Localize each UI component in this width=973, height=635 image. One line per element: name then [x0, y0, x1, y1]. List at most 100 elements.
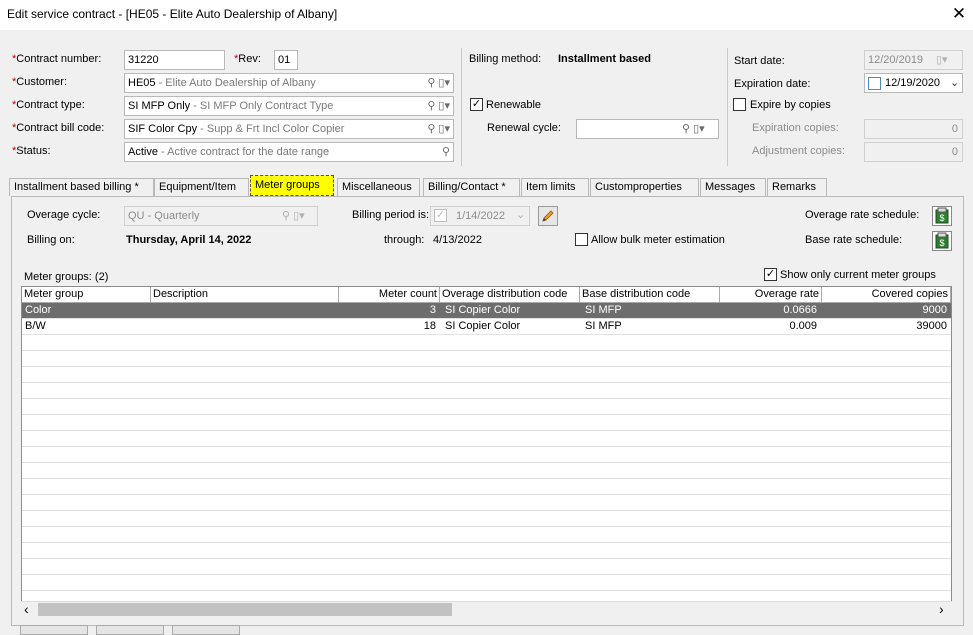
- contract-type-label: *Contract type:: [12, 99, 85, 111]
- renewable-checkbox[interactable]: ✓: [470, 98, 483, 111]
- rate-schedule-icon[interactable]: $: [932, 231, 952, 251]
- empty-row: [22, 415, 951, 431]
- scrollbar-thumb[interactable]: [38, 603, 452, 616]
- overage-rate-cell: 0.009: [789, 320, 817, 332]
- empty-row: [22, 335, 951, 351]
- tab-meter-groups[interactable]: Meter groups: [250, 175, 334, 196]
- column-header[interactable]: Description: [151, 287, 339, 303]
- empty-row: [22, 527, 951, 543]
- tab-billing-contact[interactable]: Billing/Contact *: [423, 178, 520, 196]
- overage-dist-cell: SI Copier Color: [445, 320, 521, 332]
- bottom-button[interactable]: [20, 625, 88, 635]
- start-date-field: 12/20/2019: [864, 50, 963, 70]
- empty-row: [22, 479, 951, 495]
- lookup-icon[interactable]: ⚲ ▯▾: [427, 99, 450, 112]
- tab-custom-properties[interactable]: Customproperties: [590, 178, 699, 196]
- empty-row: [22, 399, 951, 415]
- empty-row: [22, 351, 951, 367]
- tab-miscellaneous[interactable]: Miscellaneous: [337, 178, 420, 196]
- scroll-left-icon[interactable]: ‹: [24, 601, 29, 617]
- close-icon[interactable]: ✕: [948, 3, 970, 25]
- empty-row: [22, 463, 951, 479]
- meter-count-cell: 18: [423, 320, 436, 332]
- expire-by-copies-checkbox[interactable]: [733, 98, 746, 114]
- covered-copies-cell: 39000: [916, 320, 947, 332]
- rev-field[interactable]: 01: [274, 50, 298, 70]
- table-row[interactable]: Color 3 SI Copier Color SI MFP 0.0666 90…: [22, 303, 951, 319]
- start-date-label: Start date:: [734, 55, 785, 67]
- lookup-icon[interactable]: ⚲ ▯▾: [427, 122, 450, 135]
- adjustment-copies-label: Adjustment copies:: [752, 145, 845, 157]
- tab-item-limits[interactable]: Item limits: [521, 178, 589, 196]
- rate-schedule-icon[interactable]: $: [932, 206, 952, 226]
- billing-method-label: Billing method:: [469, 53, 542, 65]
- search-icon[interactable]: ⚲: [442, 145, 450, 158]
- empty-row: [22, 367, 951, 383]
- overage-dist-cell: SI Copier Color: [445, 304, 521, 316]
- column-header[interactable]: Covered copies: [822, 287, 951, 303]
- meter-groups-count: Meter groups: (2): [24, 271, 109, 283]
- lookup-icon[interactable]: ⚲ ▯▾: [427, 76, 450, 89]
- chevron-down-icon[interactable]: ⌄: [950, 76, 959, 89]
- status-field[interactable]: Active - Active contract for the date ra…: [124, 142, 454, 162]
- window-title: Edit service contract - [HE05 - Elite Au…: [7, 7, 338, 21]
- expiration-date-label: Expiration date:: [734, 78, 811, 90]
- customer-label: *Customer:: [12, 76, 68, 88]
- separator: [461, 48, 462, 166]
- separator: [727, 48, 728, 166]
- through-label: through:: [384, 234, 425, 246]
- expiration-date-checkbox[interactable]: [868, 77, 881, 93]
- base-dist-cell: SI MFP: [585, 304, 622, 316]
- overage-cycle-label: Overage cycle:: [27, 209, 101, 221]
- billing-method-value: Installment based: [558, 53, 651, 65]
- base-rate-schedule-label: Base rate schedule:: [805, 234, 903, 246]
- empty-row: [22, 575, 951, 591]
- meter-group-cell: Color: [25, 304, 52, 316]
- chevron-down-icon: ⌄: [516, 209, 526, 221]
- show-current-checkbox[interactable]: ✓: [764, 268, 777, 281]
- show-current-label: Show only current meter groups: [780, 269, 936, 281]
- tab-messages[interactable]: Messages: [700, 178, 766, 196]
- status-label: *Status:: [12, 145, 51, 157]
- scroll-right-icon[interactable]: ›: [939, 601, 944, 617]
- edit-pencil-icon[interactable]: [538, 206, 558, 226]
- meter-count-cell: 3: [429, 304, 436, 316]
- empty-row: [22, 447, 951, 463]
- customer-field[interactable]: HE05 - Elite Auto Dealership of Albany ⚲…: [124, 73, 454, 93]
- empty-row: [22, 383, 951, 399]
- lookup-icon[interactable]: ⚲ ▯▾: [682, 122, 705, 135]
- meter-groups-grid[interactable]: Meter group Description Meter count Over…: [21, 286, 952, 618]
- base-dist-cell: SI MFP: [585, 320, 622, 332]
- bill-code-field[interactable]: SIF Color Cpy - Supp & Frt Incl Color Co…: [124, 119, 454, 139]
- billing-period-checkbox: ✓: [434, 209, 447, 222]
- bill-code-label: *Contract bill code:: [12, 122, 105, 134]
- svg-text:$: $: [939, 213, 944, 223]
- column-header[interactable]: Meter count: [339, 287, 440, 303]
- overage-rate-cell: 0.0666: [783, 304, 817, 316]
- billing-period-label: Billing period is:: [352, 209, 430, 221]
- covered-copies-cell: 9000: [922, 304, 947, 316]
- bottom-button[interactable]: [96, 625, 164, 635]
- tab-equipment-item[interactable]: Equipment/Item: [154, 178, 249, 196]
- rev-label: *Rev:: [234, 53, 261, 65]
- adjustment-copies-field: 0: [864, 142, 963, 162]
- contract-number-field[interactable]: 31220: [124, 50, 225, 70]
- expiration-copies-field: 0: [864, 119, 963, 139]
- renewal-cycle-label: Renewal cycle:: [487, 122, 561, 134]
- column-header[interactable]: Meter group: [22, 287, 151, 303]
- tab-remarks[interactable]: Remarks: [767, 178, 827, 196]
- renewable-label: Renewable: [486, 99, 542, 111]
- column-header[interactable]: Overage rate: [720, 287, 822, 303]
- meter-group-cell: B/W: [25, 320, 46, 332]
- billing-on-label: Billing on:: [27, 234, 75, 246]
- bottom-button[interactable]: [172, 625, 240, 635]
- table-row[interactable]: B/W 18 SI Copier Color SI MFP 0.009 3900…: [22, 319, 951, 335]
- allow-bulk-checkbox[interactable]: [575, 233, 588, 249]
- empty-row: [22, 431, 951, 447]
- lookup-icon: ⚲ ▯▾: [282, 210, 305, 222]
- contract-type-field[interactable]: SI MFP Only - SI MFP Only Contract Type …: [124, 96, 454, 116]
- tab-installment-billing[interactable]: Installment based billing *: [9, 178, 154, 196]
- column-header[interactable]: Base distribution code: [580, 287, 720, 303]
- expiration-copies-label: Expiration copies:: [752, 122, 839, 134]
- column-header[interactable]: Overage distribution code: [440, 287, 580, 303]
